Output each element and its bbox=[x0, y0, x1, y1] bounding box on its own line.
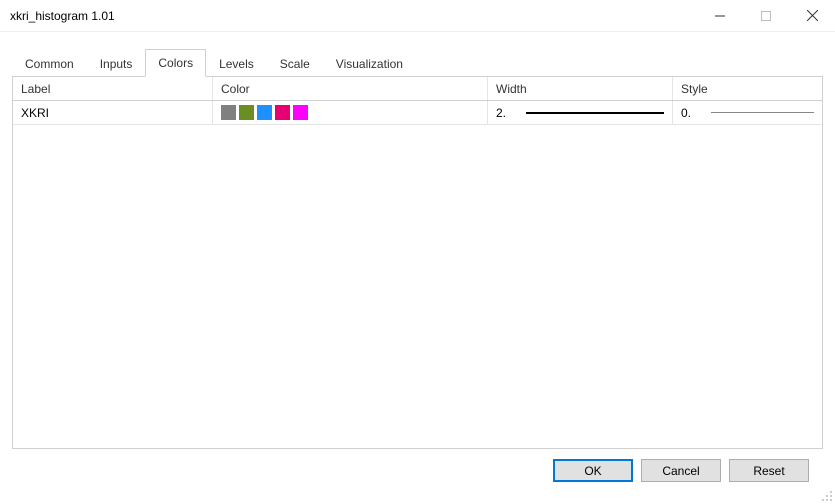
row-width-cell[interactable]: 2. bbox=[488, 101, 673, 124]
tab-levels[interactable]: Levels bbox=[206, 50, 267, 77]
swatch-4[interactable] bbox=[275, 105, 290, 120]
swatch-1[interactable] bbox=[221, 105, 236, 120]
tab-bar: Common Inputs Colors Levels Scale Visual… bbox=[12, 48, 823, 77]
color-swatches bbox=[221, 105, 308, 120]
cancel-button[interactable]: Cancel bbox=[641, 459, 721, 482]
window-title: xkri_histogram 1.01 bbox=[10, 9, 697, 23]
window-controls bbox=[697, 0, 835, 31]
close-icon bbox=[807, 10, 818, 21]
row-label-cell[interactable]: XKRI bbox=[13, 101, 213, 124]
reset-button[interactable]: Reset bbox=[729, 459, 809, 482]
row-style-cell[interactable]: 0. bbox=[673, 101, 822, 124]
dialog-footer: OK Cancel Reset bbox=[12, 449, 823, 482]
close-button[interactable] bbox=[789, 0, 835, 31]
tab-common[interactable]: Common bbox=[12, 50, 87, 77]
resize-grip[interactable] bbox=[819, 488, 833, 502]
width-preview bbox=[526, 105, 664, 121]
maximize-button bbox=[743, 0, 789, 31]
swatch-2[interactable] bbox=[239, 105, 254, 120]
row-color-cell[interactable] bbox=[213, 101, 488, 124]
grid-header: Label Color Width Style bbox=[13, 77, 822, 101]
titlebar: xkri_histogram 1.01 bbox=[0, 0, 835, 32]
width-value: 2. bbox=[496, 106, 520, 120]
tab-visualization[interactable]: Visualization bbox=[323, 50, 416, 77]
tab-inputs[interactable]: Inputs bbox=[87, 50, 146, 77]
swatch-3[interactable] bbox=[257, 105, 272, 120]
swatch-5[interactable] bbox=[293, 105, 308, 120]
minimize-icon bbox=[715, 11, 725, 21]
header-style: Style bbox=[673, 77, 822, 100]
ok-button[interactable]: OK bbox=[553, 459, 633, 482]
style-value: 0. bbox=[681, 106, 705, 120]
tab-colors[interactable]: Colors bbox=[145, 49, 206, 77]
tab-panel-colors: Label Color Width Style XKRI bbox=[12, 77, 823, 449]
minimize-button[interactable] bbox=[697, 0, 743, 31]
row-label: XKRI bbox=[21, 106, 49, 120]
header-width: Width bbox=[488, 77, 673, 100]
tab-scale[interactable]: Scale bbox=[267, 50, 323, 77]
style-preview bbox=[711, 105, 814, 121]
colors-grid: Label Color Width Style XKRI bbox=[13, 77, 822, 125]
header-label: Label bbox=[13, 77, 213, 100]
header-color: Color bbox=[213, 77, 488, 100]
resize-grip-icon bbox=[819, 488, 833, 502]
grid-row: XKRI 2. 0. bbox=[13, 101, 822, 125]
maximize-icon bbox=[761, 11, 771, 21]
